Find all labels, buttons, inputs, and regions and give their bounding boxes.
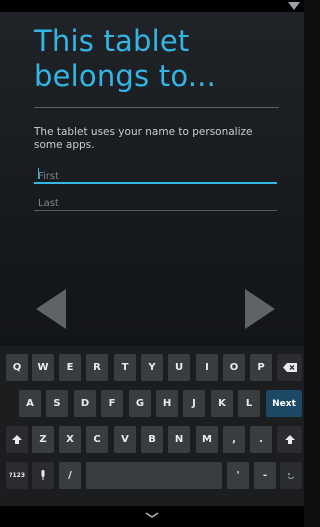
key-label: R	[93, 362, 101, 373]
backspace-key[interactable]	[277, 354, 302, 381]
key-label: M	[202, 434, 212, 445]
title-divider	[34, 107, 279, 108]
key-x[interactable]: X	[59, 426, 81, 453]
last-name-field[interactable]	[34, 193, 281, 212]
key-p[interactable]: P	[250, 354, 272, 381]
key-a[interactable]: A	[19, 390, 41, 417]
hide-keyboard-icon[interactable]	[143, 510, 161, 520]
next-key-label: Next	[272, 398, 296, 409]
key-v[interactable]: V	[114, 426, 136, 453]
key-m[interactable]: M	[196, 426, 218, 453]
spacebar-key[interactable]	[86, 462, 222, 489]
shift-key-right[interactable]	[277, 426, 302, 453]
key-slash[interactable]: /	[59, 462, 81, 489]
key-label: C	[93, 434, 101, 445]
symbols-key[interactable]: ?123	[6, 462, 28, 489]
key-t[interactable]: T	[114, 354, 136, 381]
key-label: Z	[39, 434, 47, 445]
key-dash[interactable]: -	[254, 462, 276, 489]
key-label: F	[108, 398, 116, 409]
key-k[interactable]: K	[211, 390, 233, 417]
key-n[interactable]: N	[168, 426, 190, 453]
key-h[interactable]: H	[156, 390, 178, 417]
key-l[interactable]: L	[238, 390, 260, 417]
key-label: -	[262, 470, 268, 481]
key-label: /	[68, 470, 72, 481]
key-i[interactable]: I	[196, 354, 218, 381]
key-d[interactable]: D	[74, 390, 96, 417]
description-text: The tablet uses your name to personalize…	[34, 126, 253, 151]
smiley-icon	[287, 472, 295, 479]
key-comma[interactable]: ,	[223, 426, 245, 453]
key-label: .	[259, 434, 263, 445]
key-label: A	[26, 398, 34, 409]
key-label: T	[121, 362, 129, 373]
key-g[interactable]: G	[129, 390, 151, 417]
key-label: '	[236, 470, 240, 481]
first-name-underline	[34, 182, 277, 184]
symbols-key-label: ?123	[8, 472, 25, 479]
key-u[interactable]: U	[168, 354, 190, 381]
backspace-icon	[282, 363, 297, 372]
last-name-underline	[34, 210, 277, 211]
key-b[interactable]: B	[141, 426, 163, 453]
key-label: B	[148, 434, 156, 445]
first-name-field[interactable]	[34, 166, 281, 185]
previous-button[interactable]	[36, 289, 66, 329]
key-w[interactable]: W	[32, 354, 54, 381]
key-f[interactable]: F	[101, 390, 123, 417]
key-label: X	[66, 434, 74, 445]
shift-icon	[12, 435, 22, 444]
shift-key-left[interactable]	[6, 426, 28, 453]
next-key[interactable]: Next	[266, 390, 302, 417]
key-label: J	[192, 398, 196, 409]
key-label: I	[205, 362, 209, 373]
key-e[interactable]: E	[59, 354, 81, 381]
key-o[interactable]: O	[223, 354, 245, 381]
key-c[interactable]: C	[86, 426, 108, 453]
key-label: K	[218, 398, 226, 409]
key-label: U	[174, 362, 184, 373]
key-label: W	[37, 362, 49, 373]
on-screen-keyboard: Q W E R T Y U I O P A S D F G H J K L Ne…	[0, 346, 304, 506]
shift-icon	[284, 435, 295, 444]
key-r[interactable]: R	[86, 354, 108, 381]
key-y[interactable]: Y	[141, 354, 163, 381]
key-label: D	[80, 398, 90, 409]
page-title: This tablet belongs to...	[34, 24, 217, 93]
key-label: O	[229, 362, 239, 373]
key-apostrophe[interactable]: '	[227, 462, 249, 489]
right-arrow-icon	[245, 289, 275, 329]
next-page-button[interactable]	[245, 289, 275, 329]
system-nav-bar	[0, 506, 304, 527]
key-label: L	[245, 398, 253, 409]
key-q[interactable]: Q	[6, 354, 28, 381]
status-bar	[0, 0, 304, 12]
key-j[interactable]: J	[183, 390, 205, 417]
key-z[interactable]: Z	[32, 426, 54, 453]
key-label: Y	[148, 362, 156, 373]
key-label: H	[162, 398, 172, 409]
key-label: N	[174, 434, 184, 445]
key-label: V	[121, 434, 129, 445]
setup-screen: This tablet belongs to... The tablet use…	[0, 0, 304, 527]
left-arrow-icon	[36, 289, 66, 329]
key-s[interactable]: S	[46, 390, 68, 417]
wifi-icon	[288, 2, 300, 10]
smiley-key[interactable]	[280, 462, 302, 489]
key-label: E	[66, 362, 74, 373]
key-label: S	[53, 398, 61, 409]
key-label: Q	[12, 362, 22, 373]
key-label: P	[257, 362, 265, 373]
key-period[interactable]: .	[250, 426, 272, 453]
key-label: G	[135, 398, 145, 409]
microphone-icon	[41, 470, 45, 480]
voice-input-key[interactable]	[32, 462, 54, 489]
text-caret	[38, 168, 39, 179]
key-label: ,	[232, 434, 236, 445]
